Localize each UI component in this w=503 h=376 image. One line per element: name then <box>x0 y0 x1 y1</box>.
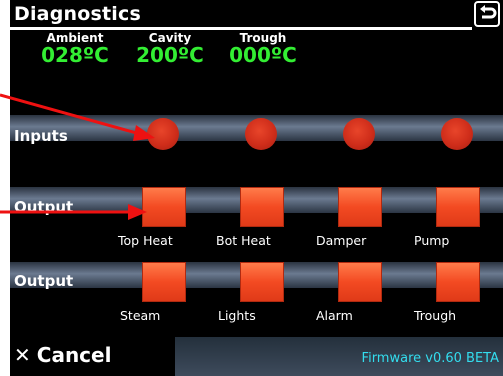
annotation-arrowhead-output <box>128 204 147 220</box>
annotation-arrowhead-inputs <box>133 125 155 141</box>
annotation-arrow-inputs <box>0 93 141 136</box>
annotation-arrows <box>0 93 155 220</box>
